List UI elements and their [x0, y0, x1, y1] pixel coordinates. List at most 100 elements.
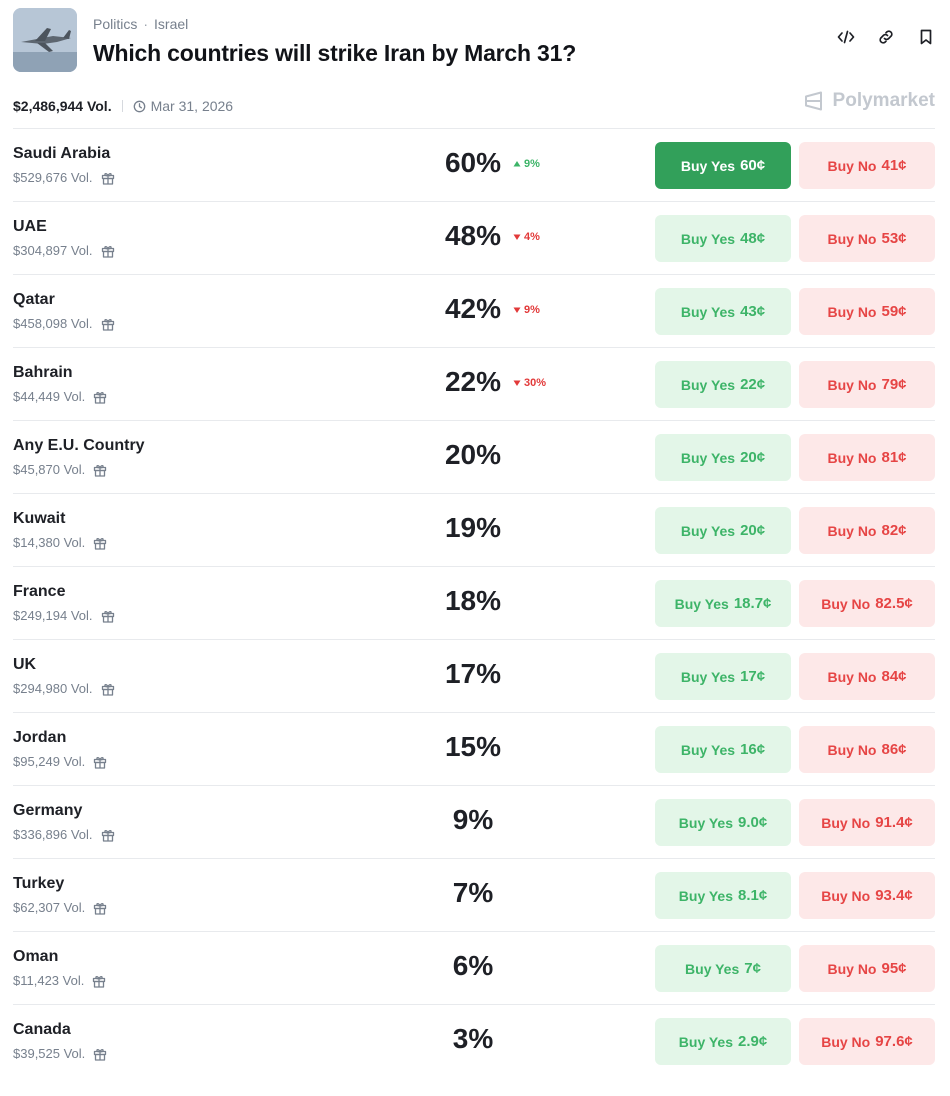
buy-yes-button[interactable]: Buy Yes 20¢ — [655, 507, 791, 554]
price-change: 30% — [513, 377, 546, 389]
gift-icon[interactable] — [93, 755, 107, 769]
buy-yes-price: 60¢ — [740, 157, 766, 174]
gift-icon[interactable] — [101, 171, 115, 185]
outcome-volume: $11,423 Vol. — [13, 973, 106, 988]
outcome-volume: $294,980 Vol. — [13, 681, 115, 696]
gift-icon[interactable] — [93, 1047, 107, 1061]
gift-icon[interactable] — [101, 609, 115, 623]
buy-yes-label: Buy Yes — [680, 157, 736, 174]
buy-no-button[interactable]: Buy No 41¢ — [799, 142, 935, 189]
polymarket-logo[interactable]: Polymarket — [803, 90, 935, 112]
outcome-row[interactable]: Saudi Arabia $529,676 Vol. 60% 9% Buy Ye… — [13, 128, 935, 201]
buy-yes-button[interactable]: Buy Yes 20¢ — [655, 434, 791, 481]
gift-icon[interactable] — [93, 463, 107, 477]
outcome-chance: 15% — [444, 731, 502, 762]
breadcrumb: Politics · Israel — [93, 16, 188, 32]
buy-yes-label: Buy Yes — [678, 887, 734, 904]
buy-yes-button[interactable]: Buy Yes 48¢ — [655, 215, 791, 262]
buy-no-button[interactable]: Buy No 93.4¢ — [799, 872, 935, 919]
buy-no-button[interactable]: Buy No 53¢ — [799, 215, 935, 262]
outcome-name[interactable]: Any E.U. Country — [13, 437, 145, 455]
buy-no-button[interactable]: Buy No 81¢ — [799, 434, 935, 481]
buy-no-label: Buy No — [821, 595, 871, 612]
outcome-row[interactable]: Jordan $95,249 Vol. 15% Buy Yes 16¢ Buy … — [13, 712, 935, 785]
outcome-volume-text: $11,423 Vol. — [13, 973, 85, 988]
gift-icon[interactable] — [93, 390, 107, 404]
outcome-name[interactable]: Bahrain — [13, 364, 73, 382]
gift-icon[interactable] — [93, 901, 107, 915]
buy-yes-button[interactable]: Buy Yes 8.1¢ — [655, 872, 791, 919]
buy-no-button[interactable]: Buy No 86¢ — [799, 726, 935, 773]
outcome-name[interactable]: Saudi Arabia — [13, 145, 110, 163]
outcome-name[interactable]: Kuwait — [13, 510, 65, 528]
outcome-name[interactable]: Jordan — [13, 729, 66, 747]
outcome-name[interactable]: France — [13, 583, 65, 601]
gift-icon[interactable] — [101, 244, 115, 258]
buy-no-button[interactable]: Buy No 95¢ — [799, 945, 935, 992]
outcome-name[interactable]: UAE — [13, 218, 47, 236]
buy-no-button[interactable]: Buy No 59¢ — [799, 288, 935, 335]
outcome-volume-text: $14,380 Vol. — [13, 535, 86, 550]
outcome-row[interactable]: Bahrain $44,449 Vol. 22% 30% Buy Yes 22¢… — [13, 347, 935, 420]
market-meta: $2,486,944 Vol. Mar 31, 2026 Polymarket — [13, 90, 935, 116]
buy-yes-button[interactable]: Buy Yes 16¢ — [655, 726, 791, 773]
outcome-name[interactable]: Oman — [13, 948, 58, 966]
buy-yes-button[interactable]: Buy Yes 9.0¢ — [655, 799, 791, 846]
outcome-volume: $39,525 Vol. — [13, 1046, 107, 1061]
buy-no-price: 79¢ — [881, 376, 907, 393]
outcome-volume: $62,307 Vol. — [13, 900, 107, 915]
outcome-name[interactable]: Canada — [13, 1021, 71, 1039]
gift-icon[interactable] — [101, 317, 115, 331]
gift-icon[interactable] — [101, 682, 115, 696]
breadcrumb-politics[interactable]: Politics — [93, 16, 137, 32]
buy-yes-button[interactable]: Buy Yes 2.9¢ — [655, 1018, 791, 1065]
outcome-volume: $45,870 Vol. — [13, 462, 107, 477]
buy-yes-button[interactable]: Buy Yes 17¢ — [655, 653, 791, 700]
outcome-row[interactable]: Any E.U. Country $45,870 Vol. 20% Buy Ye… — [13, 420, 935, 493]
buy-yes-button[interactable]: Buy Yes 60¢ — [655, 142, 791, 189]
buy-no-price: 84¢ — [881, 668, 907, 685]
outcome-row[interactable]: UAE $304,897 Vol. 48% 4% Buy Yes 48¢ Buy… — [13, 201, 935, 274]
breadcrumb-israel[interactable]: Israel — [154, 16, 188, 32]
buy-no-label: Buy No — [827, 960, 877, 977]
outcome-row[interactable]: UK $294,980 Vol. 17% Buy Yes 17¢ Buy No … — [13, 639, 935, 712]
outcome-name[interactable]: Turkey — [13, 875, 64, 893]
outcome-row[interactable]: Qatar $458,098 Vol. 42% 9% Buy Yes 43¢ B… — [13, 274, 935, 347]
outcome-name[interactable]: UK — [13, 656, 36, 674]
buy-no-button[interactable]: Buy No 97.6¢ — [799, 1018, 935, 1065]
header-actions — [837, 28, 935, 46]
outcome-row[interactable]: Kuwait $14,380 Vol. 19% Buy Yes 20¢ Buy … — [13, 493, 935, 566]
outcome-volume: $95,249 Vol. — [13, 754, 107, 769]
gift-icon[interactable] — [92, 974, 106, 988]
buy-no-label: Buy No — [821, 887, 871, 904]
link-icon[interactable] — [877, 28, 895, 46]
buy-no-button[interactable]: Buy No 91.4¢ — [799, 799, 935, 846]
total-volume: $2,486,944 Vol. — [13, 98, 112, 114]
buy-no-button[interactable]: Buy No 84¢ — [799, 653, 935, 700]
outcome-volume-text: $39,525 Vol. — [13, 1046, 86, 1061]
outcome-row[interactable]: Canada $39,525 Vol. 3% Buy Yes 2.9¢ Buy … — [13, 1004, 935, 1077]
gift-icon[interactable] — [101, 828, 115, 842]
outcome-row[interactable]: Turkey $62,307 Vol. 7% Buy Yes 8.1¢ Buy … — [13, 858, 935, 931]
outcome-name[interactable]: Qatar — [13, 291, 55, 309]
buy-no-button[interactable]: Buy No 82¢ — [799, 507, 935, 554]
outcome-chance: 18% — [444, 585, 502, 616]
outcome-name[interactable]: Germany — [13, 802, 82, 820]
embed-code-icon[interactable] — [837, 28, 855, 46]
outcome-chance: 3% — [452, 1023, 494, 1054]
outcome-row[interactable]: Oman $11,423 Vol. 6% Buy Yes 7¢ Buy No 9… — [13, 931, 935, 1004]
buy-yes-button[interactable]: Buy Yes 22¢ — [655, 361, 791, 408]
buy-yes-button[interactable]: Buy Yes 18.7¢ — [655, 580, 791, 627]
buy-yes-label: Buy Yes — [678, 1033, 734, 1050]
buy-yes-label: Buy Yes — [680, 376, 736, 393]
bookmark-icon[interactable] — [917, 28, 935, 46]
buy-no-button[interactable]: Buy No 82.5¢ — [799, 580, 935, 627]
gift-icon[interactable] — [93, 536, 107, 550]
outcome-row[interactable]: Germany $336,896 Vol. 9% Buy Yes 9.0¢ Bu… — [13, 785, 935, 858]
buy-no-price: 41¢ — [881, 157, 907, 174]
price-change-value: 30% — [524, 377, 547, 389]
buy-yes-button[interactable]: Buy Yes 7¢ — [655, 945, 791, 992]
buy-no-button[interactable]: Buy No 79¢ — [799, 361, 935, 408]
buy-yes-button[interactable]: Buy Yes 43¢ — [655, 288, 791, 335]
outcome-row[interactable]: France $249,194 Vol. 18% Buy Yes 18.7¢ B… — [13, 566, 935, 639]
